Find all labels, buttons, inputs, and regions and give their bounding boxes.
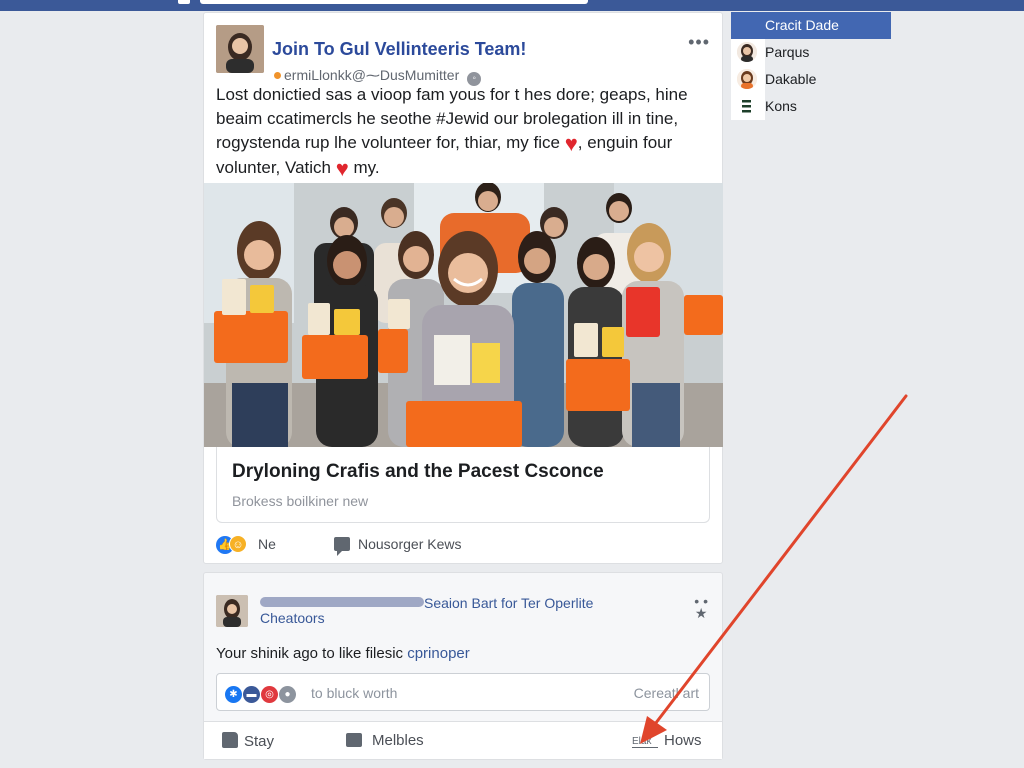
like-button[interactable]: Stay xyxy=(222,732,274,750)
post-body-segment: rogystenda rup lhe volunteer for, thiar,… xyxy=(216,133,560,152)
like-button-label: Stay xyxy=(244,733,275,750)
author-avatar-2[interactable] xyxy=(216,595,248,627)
link-preview-card[interactable]: Dryloning Crafis and the Pacest Csconce … xyxy=(216,447,710,523)
share-icon: Elak xyxy=(632,736,658,748)
author-avatar[interactable] xyxy=(216,25,264,73)
sidebar-header[interactable]: Cracit Dade xyxy=(731,12,891,39)
sidebar-item-label: Dakable xyxy=(765,71,817,87)
heart-icon: ♥ xyxy=(335,156,349,181)
comment-placeholder: to bluck worth xyxy=(311,685,398,701)
comment-input[interactable]: ✱ ▬ ◎ ● to bluck worth Cereatl art xyxy=(216,673,710,711)
post2-menu[interactable]: • • ★ xyxy=(694,594,708,620)
sidebar-item-parqus[interactable]: Parqus xyxy=(731,39,809,66)
link-preview-subtitle: Brokess boilkiner new xyxy=(232,493,369,509)
sidebar-item-label: Kons xyxy=(765,98,797,114)
person-icon[interactable]: ● xyxy=(279,686,296,703)
search-input[interactable] xyxy=(200,0,588,4)
gif-icon[interactable]: ◎ xyxy=(261,686,278,703)
contact-avatar xyxy=(737,69,757,89)
post-header: Join To Gul Vellinteeris Team! ermiLlonk… xyxy=(216,25,710,86)
post-photo-volunteers[interactable] xyxy=(204,183,723,447)
right-sidebar: Cracit Dade Parqus Dakable Kons xyxy=(731,12,891,120)
more-options-icon[interactable]: ••• xyxy=(688,33,710,51)
thumbs-up-icon xyxy=(222,732,238,748)
post-body-text: Lost donictied sas a vioop fam yous for … xyxy=(216,83,712,181)
share-button[interactable]: Elak Hows xyxy=(632,732,702,749)
post-body-segment: my. xyxy=(353,158,380,177)
post-body-line: rogystenda rup lhe volunteer for, thiar,… xyxy=(216,131,712,156)
post2-text: Your shinik ago to like filesic cprinope… xyxy=(216,645,470,662)
reactions-row: 👍☺ Ne Nousorger Kews xyxy=(216,533,712,557)
comment-submit-button[interactable]: Cereatl art xyxy=(634,685,699,701)
comment-bubble-icon xyxy=(334,537,350,556)
comment-bubble-icon xyxy=(346,733,362,747)
star-icon[interactable]: ★ xyxy=(694,606,708,620)
post-body-segment: volunter, Vatich xyxy=(216,158,331,177)
home-icon[interactable] xyxy=(178,0,190,4)
share-button-label: Hows xyxy=(664,732,702,749)
post-card: Join To Gul Vellinteeris Team! ermiLlonk… xyxy=(203,12,723,564)
contact-avatar xyxy=(737,42,757,62)
comment-button[interactable]: Melbles xyxy=(346,732,424,749)
reaction-icons[interactable]: 👍☺ xyxy=(216,535,247,554)
sidebar-item-dakable[interactable]: Dakable xyxy=(731,66,816,93)
post-card-2: Seaion Bart for Ter Operlite Cheatoors •… xyxy=(203,572,723,760)
post2-title[interactable]: Seaion Bart for Ter Operlite xyxy=(424,595,593,611)
post2-text-link[interactable]: cprinoper xyxy=(407,645,470,662)
post2-text-body: Your shinik ago to like filesic xyxy=(216,645,408,662)
post-body-line: volunter, Vatich ♥ my. xyxy=(216,156,712,181)
post-title[interactable]: Join To Gul Vellinteeris Team! xyxy=(272,39,526,60)
list-icon xyxy=(737,96,757,116)
post2-action-bar: Stay Melbles Elak Hows xyxy=(204,721,722,759)
blurred-author-name xyxy=(260,597,424,607)
post2-subtitle[interactable]: Cheatoors xyxy=(260,610,325,626)
haha-reaction-icon: ☺ xyxy=(229,535,247,553)
top-navigation-bar xyxy=(0,0,1024,11)
comment-button-label: Melbles xyxy=(372,732,424,749)
comments-link[interactable]: Nousorger Kews xyxy=(334,536,462,556)
handle-text: ermiLlonkk@⁓DusMumitter xyxy=(284,67,460,83)
comments-link-label: Nousorger Kews xyxy=(358,536,462,552)
link-preview-title[interactable]: Dryloning Crafis and the Pacest Csconce xyxy=(232,461,604,483)
status-dot-icon xyxy=(274,72,281,79)
sidebar-item-label: Parqus xyxy=(765,44,810,60)
post-body-segment: , enguin four xyxy=(577,133,673,152)
chat-icon[interactable]: ▬ xyxy=(243,686,260,703)
comment-reaction-icons: ✱ ▬ ◎ ● xyxy=(225,684,297,703)
accessibility-icon[interactable]: ✱ xyxy=(225,686,242,703)
post-body-line: beaim ccatimercls he seothe #Jewid our b… xyxy=(216,109,679,128)
sidebar-item-kons[interactable]: Kons xyxy=(731,93,797,120)
reaction-count[interactable]: Ne xyxy=(258,536,276,552)
post-body-line: Lost donictied sas a vioop fam yous for … xyxy=(216,85,688,104)
heart-icon: ♥ xyxy=(564,131,578,156)
